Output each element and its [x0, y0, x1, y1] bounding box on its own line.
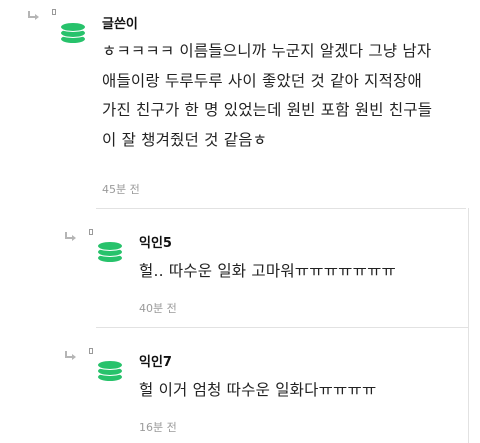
reply-arrow-icon	[65, 232, 76, 241]
reply-arrow-icon	[28, 11, 39, 20]
comment-divider	[96, 208, 466, 209]
comment-text-line: ㅎㅋㅋㅋㅋ 이름들으니까 누군지 알겠다 그냥 남자	[102, 42, 432, 60]
avatar-icon[interactable]	[97, 241, 123, 263]
comment-time: 16분 전	[139, 421, 177, 434]
comment-author-name[interactable]: 익인7	[139, 351, 172, 370]
comment-divider	[96, 327, 468, 328]
avatar-icon[interactable]	[97, 360, 123, 382]
comment-text-line: 이 잘 챙겨줬던 것 같음ㅎ	[102, 130, 268, 149]
reply-arrow-icon	[65, 351, 76, 360]
indicator-icon	[89, 348, 93, 354]
indicator-icon	[52, 9, 56, 15]
avatar-icon[interactable]	[60, 22, 86, 44]
comment-text-line: 가진 친구가 한 명 있었는데 원빈 포함 원빈 친구들	[102, 101, 433, 119]
comment-text: 헐 이거 엄청 따수운 일화다ㅠㅠㅠㅠ	[139, 381, 377, 399]
comment-author-name[interactable]: 익인5	[139, 232, 172, 251]
comment-text: ㅎㅋㅋㅋㅋ 이름들으니까 누군지 알겠다 그냥 남자 애들이랑 두루두루 사이 …	[102, 37, 472, 155]
comment-text: 헐.. 따수운 일화 고마워ㅠㅠㅠㅠㅠㅠㅠ	[139, 262, 396, 280]
indicator-icon	[89, 229, 93, 235]
comment-text-line: 애들이랑 두루두루 사이 좋았던 것 같아 지적장애	[102, 71, 422, 90]
comment-time: 40분 전	[139, 302, 177, 315]
comment-time: 45분 전	[102, 183, 140, 196]
thread-border	[468, 208, 469, 443]
comment-author-name[interactable]: 글쓴이	[102, 13, 138, 32]
